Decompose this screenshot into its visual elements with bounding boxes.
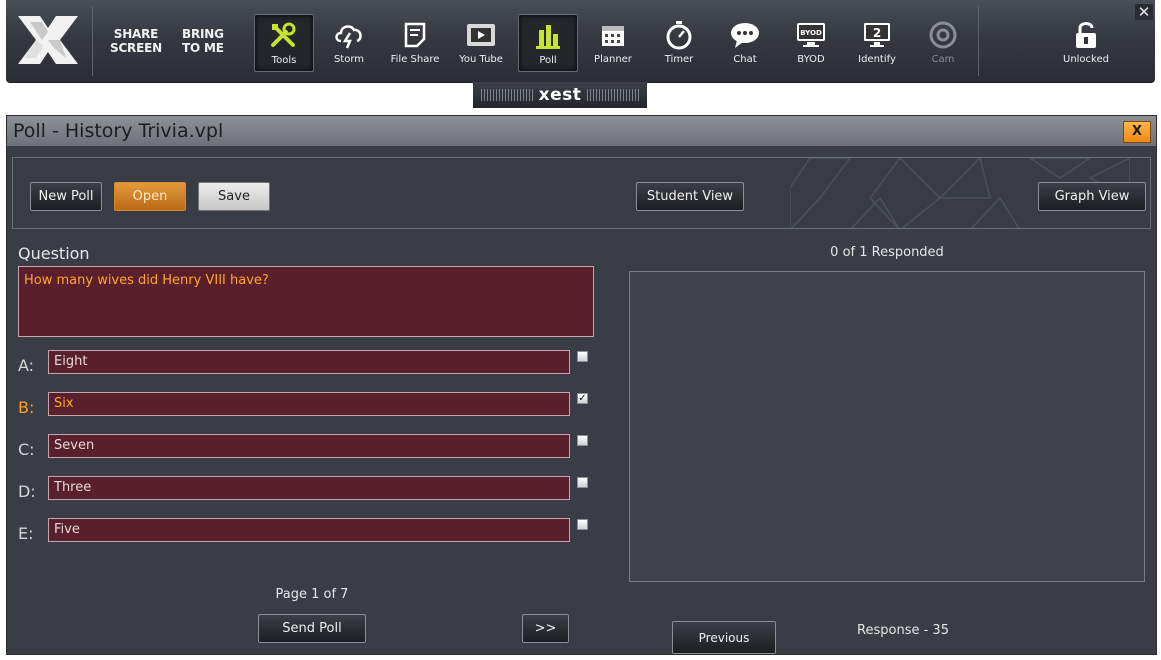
byod-label: BYOD [797, 54, 825, 65]
page-indicator: Page 1 of 7 [275, 587, 349, 602]
responded-count: 0 of 1 Responded [830, 245, 944, 260]
file-share-button[interactable]: File Share [386, 14, 444, 70]
answer-a-correct-checkbox[interactable] [577, 351, 588, 362]
chat-label: Chat [733, 54, 757, 65]
answer-b-letter: B: [18, 398, 35, 417]
toolbar-close-button[interactable]: ✕ [1135, 4, 1153, 20]
unlocked-icon [1069, 20, 1103, 50]
toolbar-divider [978, 6, 979, 76]
poll-window: Poll - History Trivia.vpl X New Poll Ope… [6, 115, 1157, 655]
answer-e-input[interactable]: Five [48, 518, 570, 542]
chat-button[interactable]: Chat [716, 14, 774, 70]
answer-b-correct-checkbox[interactable]: ✓ [577, 393, 588, 404]
answer-e-letter: E: [18, 524, 34, 543]
youtube-button[interactable]: You Tube [452, 14, 510, 70]
answer-a-input[interactable]: Eight [48, 350, 570, 374]
brand-tab[interactable]: xest [473, 82, 647, 108]
answer-b-input[interactable]: Six [48, 392, 570, 416]
answer-c-letter: C: [18, 440, 35, 459]
planner-icon [596, 20, 630, 50]
brand-logo-text: xest [538, 85, 582, 105]
timer-button[interactable]: Timer [650, 14, 708, 70]
window-title: Poll - History Trivia.vpl [13, 120, 224, 142]
window-close-button[interactable]: X [1123, 121, 1151, 143]
timer-label: Timer [664, 54, 694, 65]
answer-c-input[interactable]: Seven [48, 434, 570, 458]
answer-c-correct-checkbox[interactable] [577, 435, 588, 446]
poll-icon [531, 21, 565, 51]
poll-button[interactable]: Poll [518, 14, 578, 72]
brand-decor-right [587, 89, 640, 101]
timer-icon [662, 20, 696, 50]
new-poll-button[interactable]: New Poll [30, 182, 102, 211]
cam-icon [926, 20, 960, 50]
storm-icon [332, 20, 366, 50]
tools-button[interactable]: Tools [254, 14, 314, 72]
answer-d-letter: D: [18, 482, 36, 501]
question-input[interactable]: How many wives did Henry VIII have? [18, 266, 594, 337]
identify-icon-number: 2 [873, 26, 881, 40]
answer-d-input[interactable]: Three [48, 476, 570, 500]
byod-icon: BYOD [794, 20, 828, 50]
bring-to-me-label-2: TO ME [182, 41, 224, 55]
identify-button[interactable]: 2 Identify [848, 14, 906, 70]
byod-icon-text: BYOD [800, 29, 822, 37]
share-screen-label-2: SCREEN [110, 41, 162, 55]
storm-label: Storm [333, 54, 365, 65]
next-page-button[interactable]: >> [522, 614, 569, 643]
file-share-icon [398, 20, 432, 50]
share-screen-label-1: SHARE [113, 27, 159, 41]
poll-label: Poll [539, 55, 557, 66]
brand-decor-left [480, 89, 533, 101]
lock-label: Unlocked [1063, 54, 1109, 65]
open-button[interactable]: Open [114, 182, 186, 211]
answer-a-letter: A: [18, 356, 35, 375]
storm-button[interactable]: Storm [320, 14, 378, 70]
student-view-button[interactable]: Student View [636, 182, 744, 211]
save-button[interactable]: Save [198, 182, 270, 211]
youtube-icon [464, 20, 498, 50]
app-logo [18, 16, 78, 64]
poll-controls-panel: New Poll Open Save Student View Graph Vi… [12, 157, 1151, 229]
file-share-label: File Share [390, 54, 440, 65]
chat-icon [728, 20, 762, 50]
identify-icon: 2 [860, 20, 894, 50]
main-toolbar: SHARE SCREEN BRING TO ME Tools Storm Fil… [6, 0, 1155, 83]
tools-icon [267, 21, 301, 51]
answer-d-correct-checkbox[interactable] [577, 477, 588, 488]
bring-to-me-button[interactable]: BRING TO ME [182, 27, 224, 55]
send-poll-button[interactable]: Send Poll [258, 614, 366, 643]
previous-response-button[interactable]: Previous [672, 621, 776, 654]
answer-e-correct-checkbox[interactable] [577, 519, 588, 530]
question-label: Question [18, 244, 90, 263]
results-graph-area [629, 271, 1145, 582]
graph-view-button[interactable]: Graph View [1038, 182, 1146, 211]
cam-label: Cam [931, 54, 955, 65]
response-indicator: Response - 35 [857, 623, 949, 638]
share-screen-button[interactable]: SHARE SCREEN [110, 27, 162, 55]
tools-label: Tools [271, 55, 297, 66]
planner-label: Planner [594, 54, 632, 65]
byod-button[interactable]: BYOD BYOD [782, 14, 840, 70]
youtube-label: You Tube [459, 54, 503, 65]
identify-label: Identify [858, 54, 896, 65]
planner-button[interactable]: Planner [584, 14, 642, 70]
toolbar-divider [92, 6, 93, 76]
lock-toggle-button[interactable]: Unlocked [1056, 14, 1116, 70]
window-title-bar[interactable]: Poll - History Trivia.vpl [7, 116, 1156, 146]
bring-to-me-label-1: BRING [182, 27, 224, 41]
cam-button[interactable]: Cam [914, 14, 972, 70]
